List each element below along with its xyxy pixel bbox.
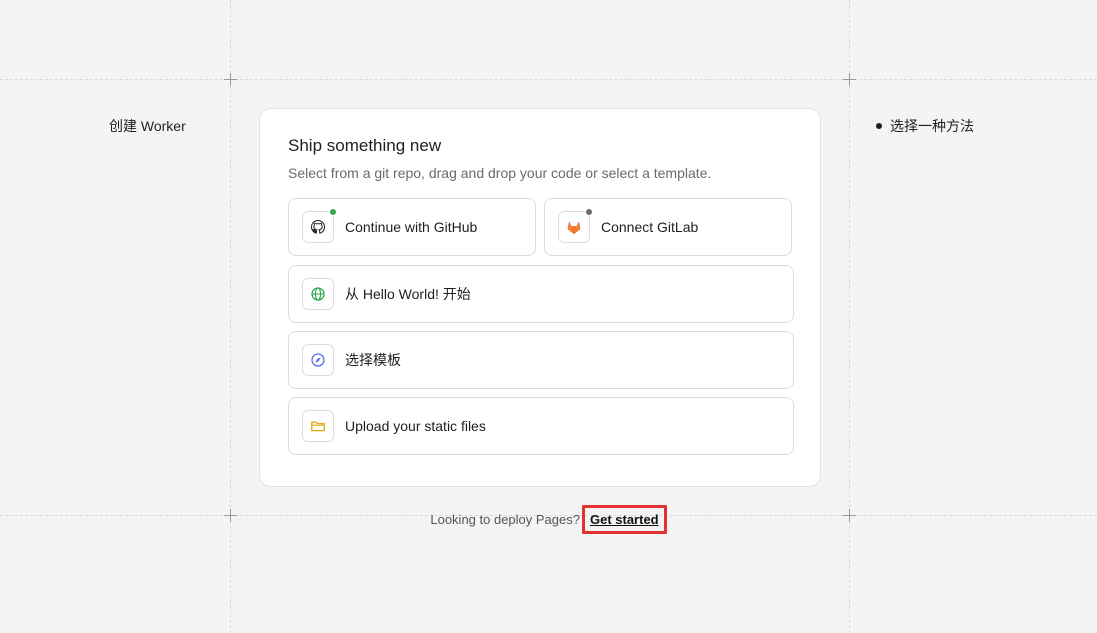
option-label: Connect GitLab [601, 219, 699, 235]
footer: Looking to deploy Pages? Get started [0, 505, 1097, 534]
get-started-link[interactable]: Get started [581, 505, 667, 534]
guide-line [230, 0, 231, 633]
upload-static-files-button[interactable]: Upload your static files [288, 397, 794, 455]
option-label: 从 Hello World! 开始 [345, 286, 471, 302]
github-icon [302, 208, 337, 243]
plus-marker-icon [843, 73, 856, 86]
page-title: 创建 Worker [109, 118, 186, 134]
option-label: Upload your static files [345, 418, 486, 434]
gitlab-icon [558, 208, 593, 243]
step-label: 选择一种方法 [890, 118, 974, 134]
hello-world-button[interactable]: 从 Hello World! 开始 [288, 265, 794, 323]
footer-text: Looking to deploy Pages? [430, 512, 580, 527]
guide-line [0, 79, 1097, 80]
compass-icon [302, 344, 334, 376]
ship-card: Ship something new Select from a git rep… [259, 108, 821, 487]
gitlab-status-dot [585, 208, 593, 216]
option-label: 选择模板 [345, 352, 401, 368]
option-label: Continue with GitHub [345, 219, 478, 235]
folder-icon [302, 410, 334, 442]
card-title: Ship something new [288, 136, 442, 155]
select-template-button[interactable]: 选择模板 [288, 331, 794, 389]
step-dot-icon [876, 123, 882, 129]
git-options-row: Continue with GitHub Connect GitLab [288, 198, 792, 256]
stage: 创建 Worker 选择一种方法 Ship something new Sele… [0, 0, 1097, 633]
card-subtitle: Select from a git repo, drag and drop yo… [288, 165, 712, 181]
continue-github-button[interactable]: Continue with GitHub [288, 198, 536, 256]
github-status-dot [329, 208, 337, 216]
step-item: 选择一种方法 [876, 116, 974, 136]
connect-gitlab-button[interactable]: Connect GitLab [544, 198, 792, 256]
plus-marker-icon [224, 73, 237, 86]
globe-icon [302, 278, 334, 310]
guide-line [849, 0, 850, 633]
